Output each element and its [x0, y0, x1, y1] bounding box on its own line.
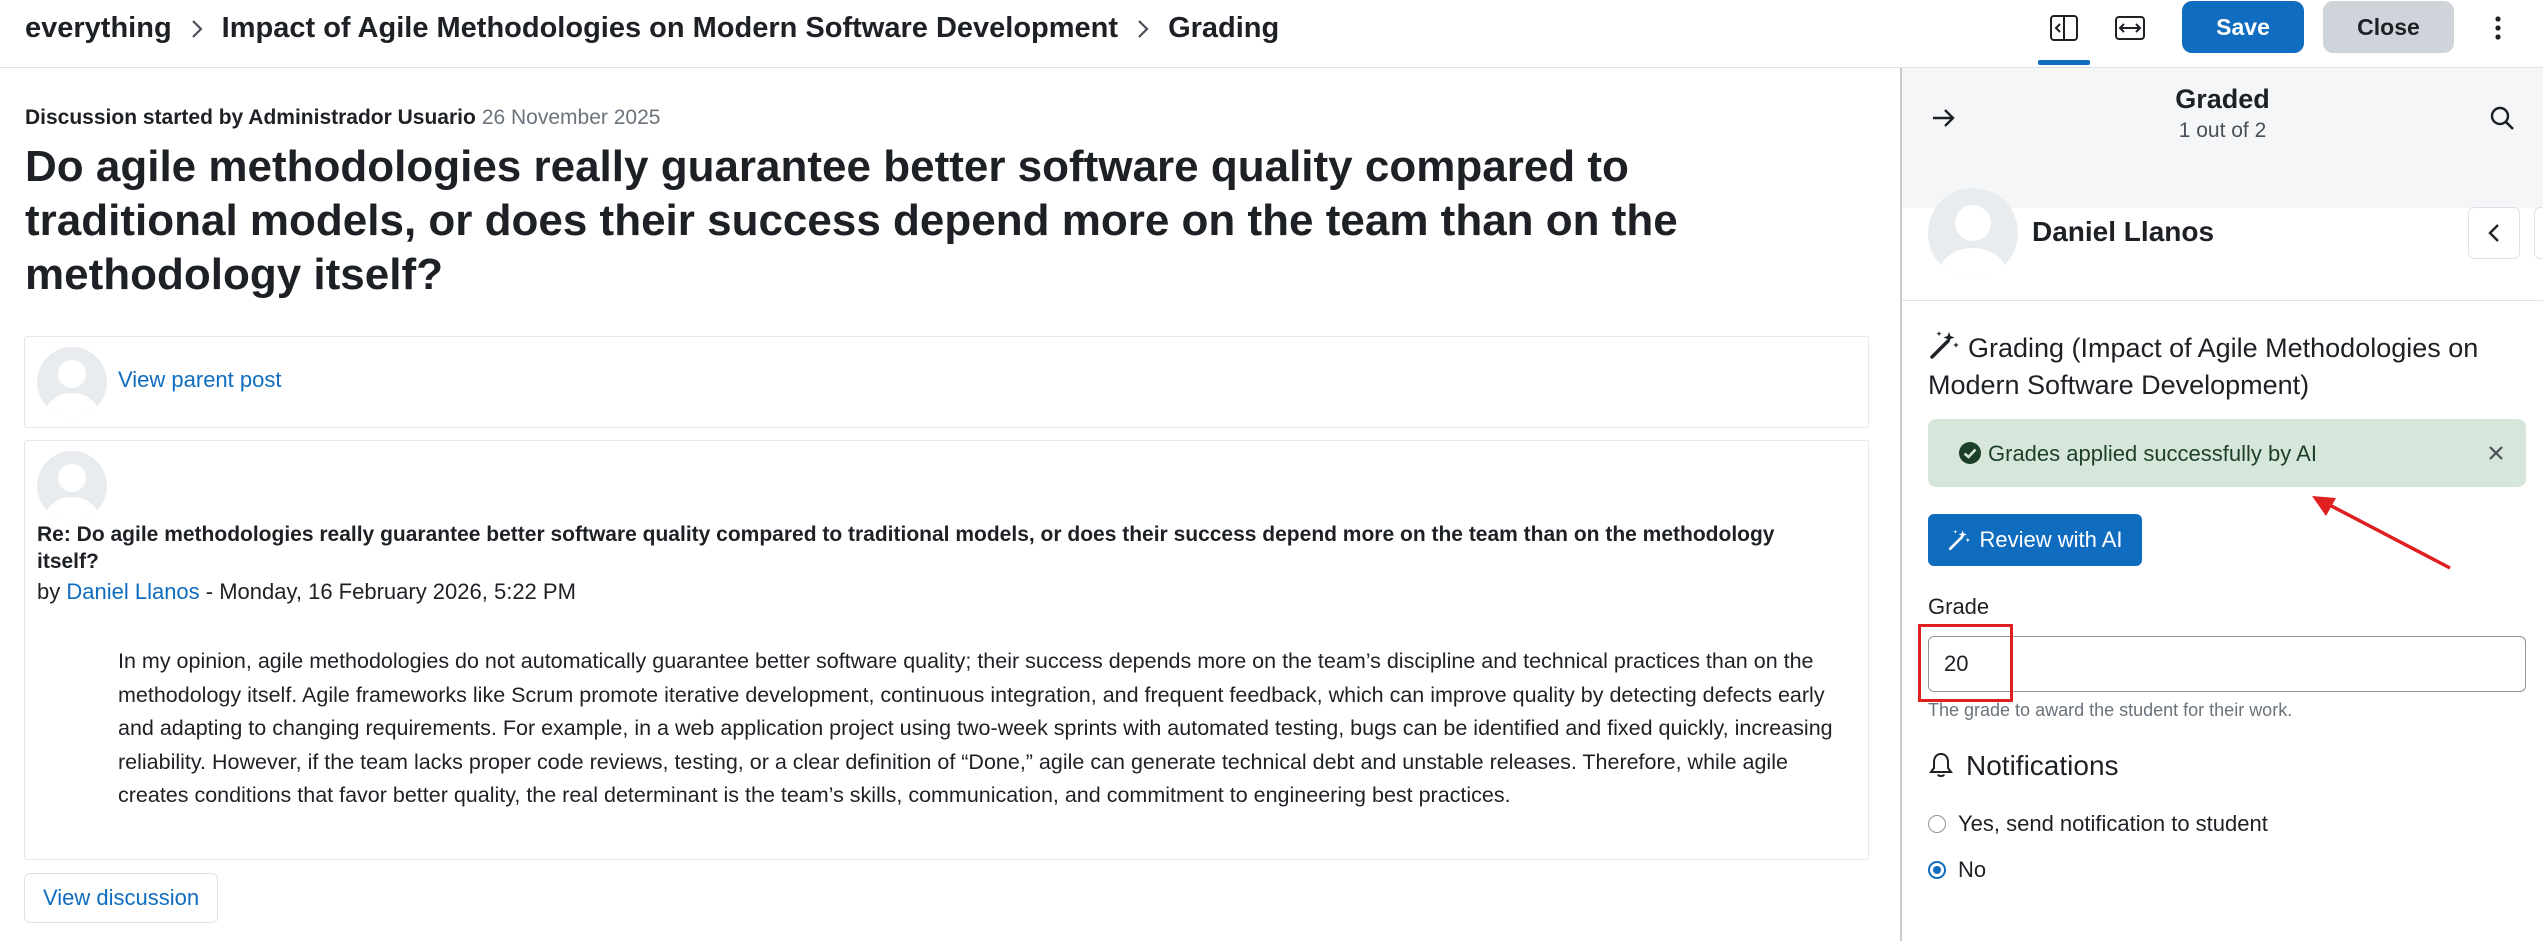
success-alert: Grades applied successfully by AI: [1928, 419, 2526, 487]
view-parent-post-link[interactable]: View parent post: [118, 367, 281, 393]
view-discussion-button[interactable]: View discussion: [24, 873, 218, 923]
grading-section-title: Grading (Impact of Agile Methodologies o…: [1928, 330, 2528, 402]
post-card: Re: Do agile methodologies really guaran…: [24, 440, 1869, 860]
magic-wand-icon: [1928, 330, 1960, 368]
review-with-ai-label: Review with AI: [1979, 527, 2123, 552]
byline-prefix: by: [37, 579, 67, 604]
annotation-highlight-box: [1918, 624, 2013, 702]
check-circle-icon: [1959, 442, 1981, 464]
post-subject: Re: Do agile methodologies really guaran…: [37, 523, 1775, 573]
notify-yes-radio[interactable]: [1928, 815, 1946, 833]
active-view-indicator: [2038, 60, 2090, 65]
divider: [1902, 300, 2543, 301]
previous-student-button[interactable]: [2468, 207, 2520, 259]
next-student-button[interactable]: [2534, 207, 2543, 259]
notifications-heading: Notifications: [1928, 750, 2119, 786]
post-byline: by Daniel Llanos - Monday, 16 February 2…: [37, 579, 576, 605]
notify-no-option[interactable]: No: [1928, 855, 1986, 885]
notifications-title: Notifications: [1966, 750, 2119, 781]
breadcrumb: everything Impact of Agile Methodologies…: [25, 8, 1279, 48]
grade-input[interactable]: [1928, 636, 2526, 692]
avatar: [37, 451, 107, 521]
collapse-panel-icon[interactable]: [2038, 6, 2090, 50]
discussion-started: Discussion started by Administrador Usua…: [25, 106, 660, 130]
chevron-right-icon: [172, 12, 222, 45]
grade-label: Grade: [1928, 594, 1990, 619]
breadcrumb-forum[interactable]: Impact of Agile Methodologies on Modern …: [222, 12, 1118, 45]
panel-header: Graded 1 out of 2: [1902, 68, 2543, 208]
discussion-title: Do agile methodologies really guarantee …: [25, 142, 1678, 299]
parent-post-card: View parent post: [24, 336, 1869, 428]
grading-title-text: Grading (Impact of Agile Methodologies o…: [1928, 333, 2479, 400]
chevron-right-icon: [1118, 12, 1168, 45]
save-button[interactable]: Save: [2182, 1, 2304, 53]
post-date: - Monday, 16 February 2026, 5:22 PM: [199, 579, 576, 604]
bell-icon: [1928, 751, 1954, 786]
alert-message: Grades applied successfully by AI: [1988, 441, 2317, 466]
page-header: everything Impact of Agile Methodologies…: [0, 0, 2543, 68]
post-author-link[interactable]: Daniel Llanos: [66, 579, 199, 604]
chevron-left-icon: [2488, 224, 2499, 242]
expand-width-icon[interactable]: [2104, 6, 2156, 50]
search-icon[interactable]: [2482, 98, 2522, 138]
discussion-content: Discussion started by Administrador Usua…: [0, 68, 1900, 941]
close-icon[interactable]: [2484, 441, 2508, 465]
avatar: [37, 347, 107, 417]
grading-status: Graded: [2175, 84, 2270, 114]
notify-yes-option[interactable]: Yes, send notification to student: [1928, 809, 2268, 839]
grade-help-text: The grade to award the student for their…: [1928, 700, 2293, 720]
post-body: In my opinion, agile methodologies do no…: [118, 649, 1833, 807]
magic-wand-icon: [1949, 529, 1971, 551]
notify-yes-label: Yes, send notification to student: [1958, 811, 2268, 836]
student-count: 1 out of 2: [2178, 119, 2267, 142]
annotation-arrow: [2312, 496, 2451, 570]
notify-no-label: No: [1958, 857, 1987, 882]
student-avatar: [1928, 188, 2018, 278]
review-with-ai-button[interactable]: Review with AI: [1928, 514, 2142, 566]
discussion-starter: Discussion started by Administrador Usua…: [25, 106, 476, 129]
breadcrumb-grading: Grading: [1168, 11, 1280, 44]
kebab-menu-icon[interactable]: [2480, 8, 2516, 48]
notify-no-radio[interactable]: [1928, 861, 1946, 879]
close-button[interactable]: Close: [2323, 1, 2454, 53]
breadcrumb-course[interactable]: everything: [25, 12, 172, 45]
student-name: Daniel Llanos: [2032, 216, 2215, 247]
discussion-date: 26 November 2025: [481, 106, 661, 129]
